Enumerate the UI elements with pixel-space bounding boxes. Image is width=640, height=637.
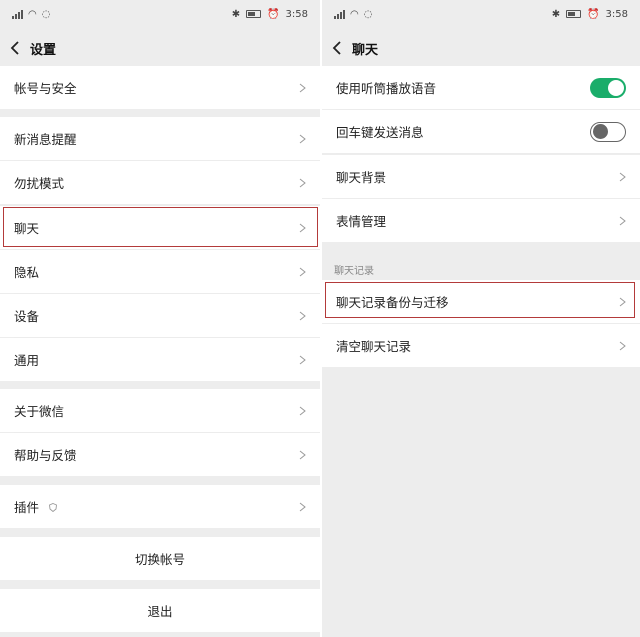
status-time: 3:58	[605, 8, 628, 20]
chat-item-label: 表情管理	[336, 214, 387, 229]
shield-icon	[49, 503, 57, 512]
toggle-knob	[608, 79, 624, 96]
plugins-label: 插件	[14, 500, 40, 515]
settings-item-label: 新消息提醒	[14, 132, 77, 147]
settings-item-about[interactable]: 关于微信	[0, 389, 320, 432]
settings-item-label: 隐私	[14, 265, 40, 280]
chat-item-label: 聊天背景	[336, 170, 387, 185]
settings-item-label: 通用	[14, 353, 40, 368]
chevron-right-icon	[299, 83, 306, 92]
settings-item-account[interactable]: 帐号与安全	[0, 66, 320, 109]
chevron-right-icon	[299, 311, 306, 320]
settings-item-label: 帮助与反馈	[14, 448, 77, 463]
chat-item-label: 聊天记录备份与迁移	[336, 295, 449, 310]
chevron-right-icon	[299, 406, 306, 415]
chat-item-background[interactable]: 聊天背景	[322, 155, 640, 198]
signal-icon	[334, 9, 345, 19]
chat-item-label: 回车键发送消息	[336, 125, 424, 140]
status-bar: ◠ ◌ ✱ ⏰ 3:58	[0, 0, 320, 28]
chat-item-clear[interactable]: 清空聊天记录	[322, 324, 640, 367]
battery-icon	[246, 10, 262, 18]
settings-item-devices[interactable]: 设备	[0, 294, 320, 337]
alarm-icon: ⏰	[267, 8, 280, 20]
switch-account-label: 切换帐号	[134, 552, 185, 567]
nav-bar: 设置	[0, 28, 320, 68]
signal-icon	[12, 9, 23, 19]
chevron-right-icon	[299, 267, 306, 276]
chevron-right-icon	[299, 450, 306, 459]
chevron-right-icon	[299, 502, 306, 511]
bluetooth-icon: ✱	[231, 8, 241, 20]
screenshot-composite: ◠ ◌ ✱ ⏰ 3:58 设置 帐号与安全 新消息提醒 勿扰模式 聊天 隐私 设…	[0, 0, 640, 637]
divider	[336, 153, 640, 154]
settings-item-help[interactable]: 帮助与反馈	[0, 433, 320, 476]
chevron-right-icon	[299, 355, 306, 364]
chevron-right-icon	[619, 216, 626, 225]
chat-settings-screen: ◠ ◌ ✱ ⏰ 3:58 聊天 使用听筒播放语音 回车键发送消息 聊天背景 表情…	[322, 0, 640, 637]
chevron-right-icon	[619, 297, 626, 306]
notification-icon: ◌	[363, 8, 373, 20]
chevron-right-icon	[619, 341, 626, 350]
divider	[14, 204, 320, 205]
chevron-left-icon	[332, 41, 341, 55]
chat-item-label: 使用听筒播放语音	[336, 81, 437, 96]
chevron-right-icon	[299, 223, 306, 232]
earpiece-toggle[interactable]	[590, 77, 626, 98]
settings-item-plugins[interactable]: 插件	[0, 485, 320, 528]
chevron-right-icon	[299, 134, 306, 143]
bluetooth-icon: ✱	[551, 8, 561, 20]
chevron-right-icon	[619, 172, 626, 181]
logout-button[interactable]: 退出	[0, 589, 320, 632]
back-button[interactable]	[322, 28, 352, 68]
battery-icon	[566, 10, 582, 18]
chat-item-backup[interactable]: 聊天记录备份与迁移	[322, 280, 640, 323]
chevron-right-icon	[299, 178, 306, 187]
chevron-left-icon	[10, 41, 19, 55]
settings-item-general[interactable]: 通用	[0, 338, 320, 381]
settings-item-chat[interactable]: 聊天	[0, 206, 320, 249]
page-title: 聊天	[352, 42, 379, 58]
logout-label: 退出	[147, 604, 173, 619]
settings-item-dnd[interactable]: 勿扰模式	[0, 161, 320, 204]
settings-item-label: 勿扰模式	[14, 176, 65, 191]
alarm-icon: ⏰	[587, 8, 600, 20]
section-label-history: 聊天记录	[334, 266, 374, 277]
enter-send-toggle[interactable]	[590, 121, 626, 142]
chat-item-label: 清空聊天记录	[336, 339, 412, 354]
wifi-icon: ◠	[28, 8, 37, 20]
status-bar: ◠ ◌ ✱ ⏰ 3:58	[322, 0, 640, 28]
chat-item-stickers[interactable]: 表情管理	[322, 199, 640, 242]
chat-item-earpiece[interactable]: 使用听筒播放语音	[322, 66, 640, 109]
settings-item-label: 帐号与安全	[14, 81, 77, 96]
settings-item-privacy[interactable]: 隐私	[0, 250, 320, 293]
nav-bar: 聊天	[322, 28, 640, 68]
settings-item-label: 设备	[14, 309, 40, 324]
status-time: 3:58	[285, 8, 308, 20]
settings-screen: ◠ ◌ ✱ ⏰ 3:58 设置 帐号与安全 新消息提醒 勿扰模式 聊天 隐私 设…	[0, 0, 320, 637]
switch-account-button[interactable]: 切换帐号	[0, 537, 320, 580]
page-title: 设置	[30, 42, 57, 58]
settings-item-label: 关于微信	[14, 404, 65, 419]
settings-item-label: 插件	[14, 497, 299, 516]
wifi-icon: ◠	[350, 8, 359, 20]
back-button[interactable]	[0, 28, 30, 68]
notification-icon: ◌	[41, 8, 51, 20]
settings-item-notifications[interactable]: 新消息提醒	[0, 117, 320, 160]
chat-item-enter-send[interactable]: 回车键发送消息	[322, 110, 640, 153]
toggle-knob	[593, 123, 608, 139]
settings-item-label: 聊天	[14, 221, 40, 236]
